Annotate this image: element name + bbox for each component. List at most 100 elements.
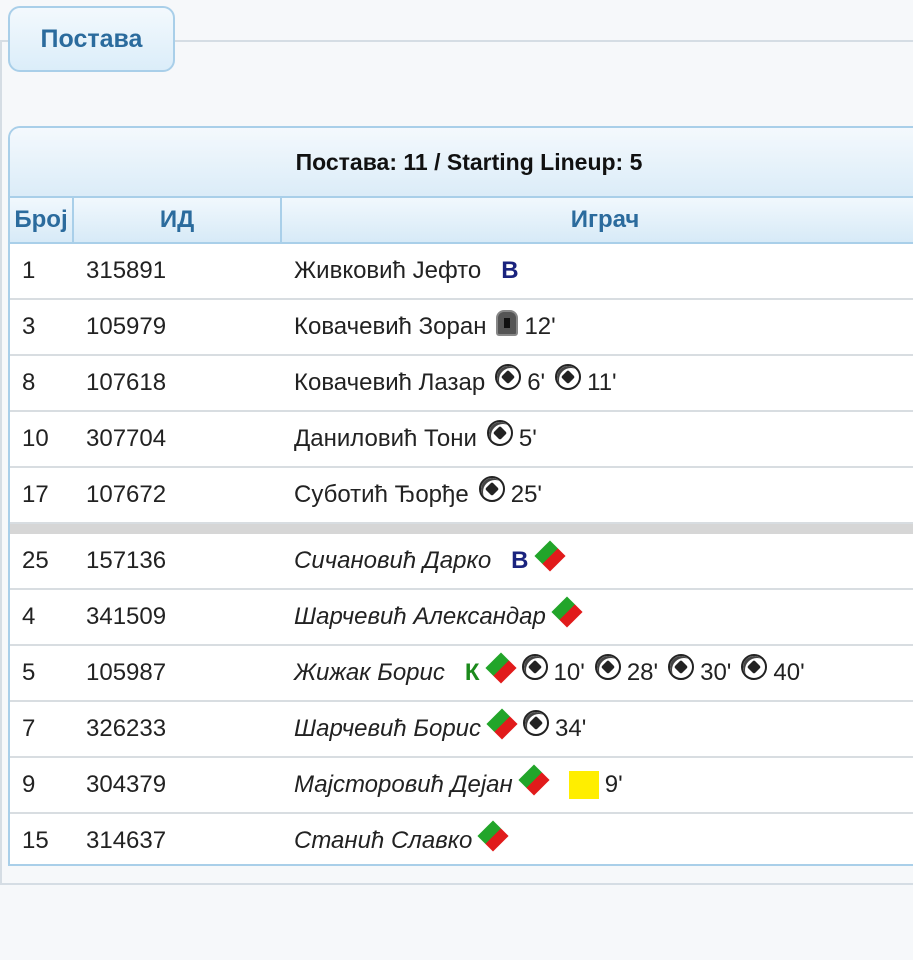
player-id: 326233 — [86, 715, 167, 742]
table-row: 10 307704 Даниловић Тони 5' — [10, 412, 913, 468]
event-minute: 11' — [587, 369, 617, 396]
player-id: 157136 — [86, 547, 167, 574]
player-cell: Шарчевић Борис 34' — [282, 708, 913, 743]
player-name[interactable]: Живковић Јефто — [294, 257, 481, 285]
player-id: 107672 — [86, 481, 167, 508]
tab-lineup[interactable]: Постава — [8, 6, 175, 72]
substitution-icon — [533, 540, 566, 572]
player-cell: Мајсторовић Дејан 9' — [282, 764, 913, 799]
player-id: 307704 — [86, 425, 167, 452]
header-player[interactable]: Играч — [282, 198, 913, 242]
player-id: 341509 — [86, 603, 167, 630]
substitution-event — [551, 596, 583, 628]
player-cell: Ковачевић Лазар 6' 11' — [282, 364, 913, 397]
table-row: 25 157136 Сичановић Дарко В — [10, 534, 913, 590]
table-row: 3 105979 Ковачевић Зоран 12' — [10, 300, 913, 356]
substitution-event — [484, 652, 517, 684]
event-minute: 10' — [553, 659, 585, 686]
event-minute: 5' — [518, 425, 537, 452]
substitution-event — [533, 540, 566, 572]
header-number[interactable]: Број — [10, 198, 74, 242]
table-header: Број ИД Играч — [10, 198, 913, 244]
match-event: 5' — [486, 420, 537, 453]
player-name[interactable]: Жижак Борис — [294, 659, 445, 687]
table-row: 8 107618 Ковачевић Лазар 6' 11' — [10, 356, 913, 412]
substitutes-group: 25 157136 Сичановић Дарко В 4 341509 Шарчевић … — [10, 534, 913, 864]
substitution-icon — [477, 820, 509, 852]
content-border-left — [0, 40, 2, 885]
match-event: 6' — [495, 364, 546, 397]
player-id: 315891 — [86, 257, 167, 284]
player-number: 15 — [22, 827, 49, 854]
player-name[interactable]: Ковачевић Лазар — [294, 369, 485, 397]
player-name[interactable]: Сичановић Дарко — [294, 547, 491, 575]
table-row: 4 341509 Шарчевић Александар — [10, 590, 913, 646]
event-minute: 6' — [527, 369, 546, 396]
table-row: 9 304379 Мајсторовић Дејан 9' — [10, 758, 913, 814]
content-border-bottom — [0, 883, 913, 885]
substitution-event — [477, 820, 509, 852]
player-id: 105979 — [86, 313, 167, 340]
player-number: 8 — [22, 369, 36, 396]
match-event: 25' — [478, 476, 543, 509]
substitution-icon — [486, 708, 518, 740]
table-row: 17 107672 Суботић Ђорђе 25' — [10, 468, 913, 524]
match-event: 9' — [555, 771, 623, 799]
player-number: 17 — [22, 481, 49, 508]
ball-icon — [478, 476, 505, 502]
player-number: 5 — [22, 659, 36, 686]
table-row: 15 314637 Станић Славко — [10, 814, 913, 864]
event-minute: 9' — [604, 771, 623, 798]
match-event: 30' — [668, 654, 732, 687]
match-event: 40' — [741, 654, 805, 687]
player-number: 25 — [22, 547, 49, 574]
event-minute: 40' — [773, 659, 805, 686]
event-minute: 25' — [510, 481, 543, 508]
player-id: 304379 — [86, 771, 167, 798]
substitution-event — [518, 764, 550, 796]
vice-captain-badge: В — [511, 547, 529, 574]
starters-group: 1 315891 Живковић Јефто В 3 105979 Ковачевић З… — [10, 244, 913, 524]
event-minute: 34' — [555, 715, 587, 742]
event-minute: 12' — [524, 313, 556, 340]
event-minute: 30' — [700, 659, 732, 686]
ball-icon — [668, 654, 695, 680]
player-cell: Даниловић Тони 5' — [282, 420, 913, 453]
goalkeeper-glove-icon — [496, 310, 519, 336]
lineup-table: Постава: 11 / Starting Lineup: 5 Број ИД… — [8, 126, 913, 866]
captain-badge: К — [464, 659, 480, 686]
match-event: 10' — [521, 654, 585, 687]
player-cell: Шарчевић Александар — [282, 596, 913, 631]
substitution-event — [486, 708, 518, 740]
match-event: 28' — [594, 654, 658, 687]
player-name[interactable]: Шарчевић Александар — [294, 603, 546, 631]
player-name[interactable]: Шарчевић Борис — [294, 715, 481, 743]
player-name[interactable]: Ковачевић Зоран — [294, 313, 486, 341]
player-cell: Жижак Борис К 10' 28' 30' 40' — [282, 652, 913, 687]
player-name[interactable]: Мајсторовић Дејан — [294, 771, 513, 799]
yellow-card-icon — [568, 771, 599, 799]
match-event: 12' — [496, 310, 556, 341]
table-row: 1 315891 Живковић Јефто В — [10, 244, 913, 300]
header-id[interactable]: ИД — [74, 198, 282, 242]
ball-icon — [741, 654, 768, 680]
player-id: 105987 — [86, 659, 167, 686]
match-event: 34' — [523, 710, 587, 743]
player-name[interactable]: Суботић Ђорђе — [294, 481, 469, 509]
player-cell: Сичановић Дарко В — [282, 540, 913, 575]
player-name[interactable]: Станић Славко — [294, 827, 472, 855]
ball-icon — [495, 364, 522, 390]
ball-icon — [555, 364, 582, 390]
bench-separator — [10, 524, 913, 534]
ball-icon — [523, 710, 550, 736]
player-name[interactable]: Даниловић Тони — [294, 425, 477, 453]
player-id: 107618 — [86, 369, 167, 396]
player-number: 3 — [22, 313, 36, 340]
table-row: 7 326233 Шарчевић Борис 34' — [10, 702, 913, 758]
substitution-icon — [518, 764, 550, 796]
ball-icon — [594, 654, 621, 680]
match-event: 11' — [555, 364, 617, 397]
vice-captain-badge: В — [501, 257, 519, 284]
substitution-icon — [551, 596, 583, 628]
player-number: 1 — [22, 257, 36, 284]
